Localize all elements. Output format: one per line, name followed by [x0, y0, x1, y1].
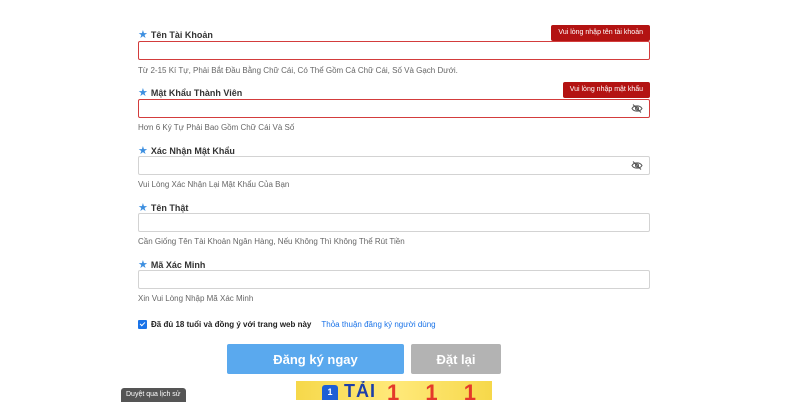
required-star-icon: ★ [138, 28, 148, 41]
password-hint: Hơn 6 Ký Tự Phải Bao Gồm Chữ Cái Và Số [138, 123, 295, 132]
username-input[interactable] [138, 41, 650, 60]
user-agreement-link[interactable]: Thỏa thuận đăng ký người dùng [321, 320, 435, 329]
banner-numbers: 1 1 1 1 [387, 381, 492, 400]
register-button[interactable]: Đăng ký ngay [227, 344, 404, 374]
banner-badge: 1 [322, 385, 338, 400]
real-name-hint: Cần Giống Tên Tài Khoản Ngân Hàng, Nếu K… [138, 237, 405, 246]
required-star-icon: ★ [138, 258, 148, 271]
banner-text: TẢI [344, 381, 376, 400]
username-hint: Từ 2-15 Kí Tự, Phải Bắt Đầu Bằng Chữ Cái… [138, 66, 458, 75]
username-error-tooltip: Vui lòng nhập tên tài khoản [551, 25, 650, 41]
password-error-tooltip: Vui lòng nhập mật khẩu [562, 82, 650, 98]
username-label: ★ Tên Tài Khoản [138, 28, 213, 41]
agreement-row: Đã đủ 18 tuổi và đồng ý với trang web nà… [138, 320, 436, 329]
agreement-checkbox[interactable] [138, 320, 147, 329]
verification-code-input[interactable] [138, 270, 650, 289]
confirm-password-label: ★ Xác Nhận Mật Khẩu [138, 144, 235, 157]
required-star-icon: ★ [138, 86, 148, 99]
required-star-icon: ★ [138, 201, 148, 214]
verification-code-hint: Xin Vui Lòng Nhập Mã Xác Minh [138, 294, 254, 303]
agreement-text: Đã đủ 18 tuổi và đồng ý với trang web nà… [151, 320, 312, 329]
eye-slash-icon[interactable] [631, 103, 643, 114]
required-star-icon: ★ [138, 144, 148, 157]
real-name-label: ★ Tên Thật [138, 201, 189, 214]
reset-button[interactable]: Đặt lại [411, 344, 501, 374]
real-name-input[interactable] [138, 213, 650, 232]
eye-slash-icon[interactable] [631, 160, 643, 171]
confirm-password-input[interactable] [138, 156, 650, 175]
download-banner[interactable]: 1 TẢI 1 1 1 1 [296, 381, 492, 400]
confirm-password-hint: Vui Lòng Xác Nhận Lại Mật Khẩu Của Bạn [138, 180, 290, 189]
password-input[interactable] [138, 99, 650, 118]
password-label: ★ Mật Khẩu Thành Viên [138, 86, 243, 99]
verification-code-label: ★ Mã Xác Minh [138, 258, 206, 271]
